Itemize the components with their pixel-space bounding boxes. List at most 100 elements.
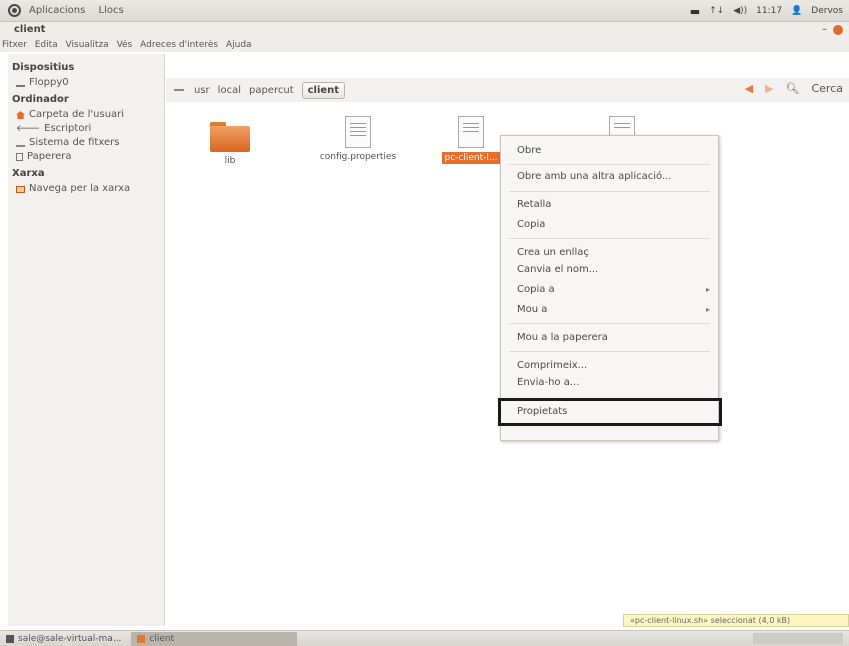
file-item-config[interactable]: config.properties bbox=[314, 116, 402, 162]
transfer-icon[interactable]: ↑↓ bbox=[709, 6, 724, 16]
ctx-label: Obre amb una altra aplicació... bbox=[517, 171, 672, 182]
ctx-label: Mou a la paperera bbox=[517, 332, 608, 343]
drive-icon bbox=[16, 79, 25, 87]
ctx-separator bbox=[509, 191, 710, 192]
ctx-label: Crea un enllaç bbox=[517, 247, 589, 258]
ctx-label: Comprimeix... bbox=[517, 360, 588, 371]
file-item-lib[interactable]: lib bbox=[204, 122, 256, 166]
ctx-move-to[interactable]: Mou a ▸ bbox=[517, 303, 710, 317]
terminal-icon bbox=[6, 634, 14, 643]
ctx-make-link[interactable]: Crea un enllaç bbox=[517, 246, 710, 260]
applications-menu[interactable]: Aplicacions bbox=[29, 5, 85, 16]
workspace-switcher[interactable] bbox=[753, 633, 843, 644]
ctx-copy-to[interactable]: Copia a ▸ bbox=[517, 283, 710, 297]
menu-help[interactable]: Ajuda bbox=[226, 40, 252, 50]
sidebar-item-label: Floppy0 bbox=[29, 77, 69, 88]
script-icon bbox=[458, 116, 484, 148]
breadcrumb-client[interactable]: client bbox=[301, 81, 346, 99]
folder-icon bbox=[210, 122, 250, 152]
menu-go[interactable]: Vés bbox=[117, 40, 133, 50]
sidebar-item-desktop[interactable]: 🡐 Escriptori bbox=[12, 122, 164, 136]
ctx-compress[interactable]: Comprimeix... bbox=[517, 359, 710, 373]
bottom-panel: sale@sale-virtual-ma... client bbox=[0, 630, 849, 646]
network-folder-icon bbox=[16, 185, 25, 193]
status-message: «pc-client-linux.sh» seleccionat (4,0 kB… bbox=[623, 614, 849, 627]
network-icon[interactable]: ▬ bbox=[690, 5, 700, 18]
taskbar-item-terminal[interactable]: sale@sale-virtual-ma... bbox=[0, 632, 127, 646]
top-menu: Aplicacions Llocs bbox=[29, 5, 134, 16]
ctx-move-to-trash[interactable]: Mou a la paperera bbox=[517, 331, 710, 345]
sidebar-heading-devices: Dispositius bbox=[12, 62, 75, 73]
forward-arrow-icon[interactable]: ▶ bbox=[765, 82, 773, 95]
file-name-selected: pc-client-l... bbox=[441, 152, 501, 164]
menu-bookmarks[interactable]: Adreces d'interès bbox=[140, 40, 218, 50]
taskbar-item-client[interactable]: client bbox=[131, 631, 298, 646]
submenu-arrow-icon: ▸ bbox=[705, 285, 710, 294]
ctx-label: Copia a bbox=[517, 284, 555, 295]
sidebar-item-filesystem[interactable]: Sistema de fitxers bbox=[12, 136, 164, 150]
system-tray: ▬ ↑↓ ◀)) 11:17 👤 Dervos bbox=[690, 0, 843, 22]
ctx-send-to[interactable]: Envia-ho a... bbox=[517, 376, 710, 390]
breadcrumb-local[interactable]: local bbox=[218, 85, 241, 96]
path-toggle-icon[interactable] bbox=[174, 89, 184, 91]
ctx-separator bbox=[509, 323, 710, 324]
ctx-label: Mou a bbox=[517, 304, 548, 315]
ctx-label: Obre bbox=[517, 145, 542, 156]
sidebar-item-trash[interactable]: Paperera bbox=[12, 150, 164, 164]
folder-icon bbox=[137, 634, 146, 643]
ctx-label: Envia-ho a... bbox=[517, 377, 580, 388]
top-panel: Aplicacions Llocs ▬ ↑↓ ◀)) 11:17 👤 Dervo… bbox=[0, 0, 849, 22]
sidebar-heading-network: Xarxa bbox=[12, 168, 45, 179]
menu-edit[interactable]: Edita bbox=[35, 40, 58, 50]
ctx-cut[interactable]: Retalla bbox=[517, 198, 710, 212]
submenu-arrow-icon: ▸ bbox=[705, 305, 710, 314]
task-label: sale@sale-virtual-ma... bbox=[18, 633, 122, 644]
home-icon bbox=[16, 111, 25, 119]
ctx-separator bbox=[509, 238, 710, 239]
sidebar-heading-computer: Ordinador bbox=[12, 94, 69, 105]
desktop-icon: 🡐 bbox=[16, 124, 41, 134]
trash-icon bbox=[16, 153, 23, 161]
search-icon[interactable]: 🔍︎ bbox=[786, 82, 800, 95]
user-name[interactable]: Dervos bbox=[811, 6, 843, 16]
sidebar: Dispositius Floppy0 Ordinador Carpeta de… bbox=[8, 54, 165, 626]
search-label[interactable]: Cerca bbox=[811, 82, 843, 95]
properties-highlight-box bbox=[498, 398, 722, 426]
ctx-label: Copia bbox=[517, 219, 546, 230]
sidebar-item-floppy[interactable]: Floppy0 bbox=[12, 76, 164, 90]
nav-controls: ◀ ▶ 🔍︎ Cerca bbox=[745, 82, 843, 95]
user-icon: 👤 bbox=[791, 6, 803, 16]
sidebar-item-label: Paperera bbox=[27, 151, 72, 162]
breadcrumb-usr[interactable]: usr bbox=[194, 85, 210, 96]
file-item-pc-client[interactable]: pc-client-l... bbox=[438, 116, 504, 164]
context-menu: Obre Obre amb una altra aplicació... Ret… bbox=[498, 135, 722, 441]
ctx-separator bbox=[509, 164, 710, 165]
breadcrumb-papercut[interactable]: papercut bbox=[249, 85, 294, 96]
sidebar-item-label: Escriptori bbox=[44, 123, 92, 134]
document-icon bbox=[345, 116, 371, 148]
sidebar-item-browse-network[interactable]: Navega per la xarxa bbox=[12, 182, 164, 196]
close-icon[interactable] bbox=[833, 25, 843, 35]
menu-bar: Fitxer Edita Visualitza Vés Adreces d'in… bbox=[0, 38, 849, 52]
location-bar: usr local papercut client ◀ ▶ 🔍︎ Cerca bbox=[166, 78, 849, 102]
sidebar-item-home[interactable]: Carpeta de l'usuari bbox=[12, 108, 164, 122]
sidebar-item-label: Sistema de fitxers bbox=[29, 137, 120, 148]
minimize-icon[interactable]: – bbox=[822, 22, 827, 38]
ctx-open-with[interactable]: Obre amb una altra aplicació... bbox=[517, 170, 710, 184]
ubuntu-logo-icon[interactable] bbox=[8, 4, 21, 17]
sidebar-item-label: Navega per la xarxa bbox=[29, 183, 131, 194]
places-menu[interactable]: Llocs bbox=[99, 5, 124, 16]
ctx-copy[interactable]: Copia bbox=[517, 218, 710, 232]
clock[interactable]: 11:17 bbox=[756, 6, 782, 16]
ctx-label: Retalla bbox=[517, 199, 552, 210]
menu-file[interactable]: Fitxer bbox=[2, 40, 27, 50]
ctx-label: Canvia el nom... bbox=[517, 264, 599, 275]
file-name: config.properties bbox=[319, 152, 397, 162]
back-arrow-icon[interactable]: ◀ bbox=[745, 82, 753, 95]
menu-view[interactable]: Visualitza bbox=[66, 40, 109, 50]
window-title: client bbox=[14, 24, 46, 35]
ctx-separator bbox=[509, 351, 710, 352]
ctx-open[interactable]: Obre bbox=[517, 144, 710, 158]
ctx-rename[interactable]: Canvia el nom... bbox=[517, 263, 710, 277]
volume-icon[interactable]: ◀)) bbox=[733, 6, 747, 16]
